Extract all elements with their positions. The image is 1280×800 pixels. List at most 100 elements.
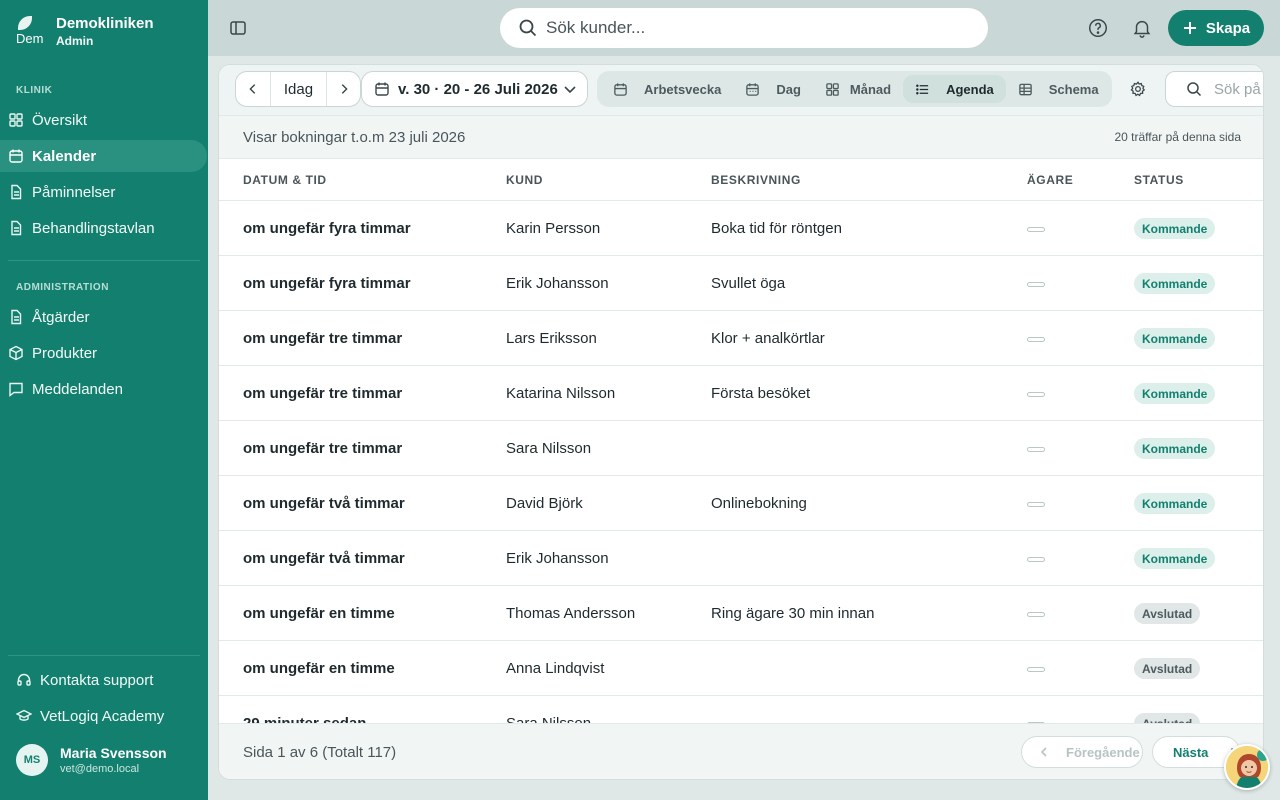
chevron-right-icon xyxy=(341,84,348,94)
sidebar-item-meddelanden[interactable]: Meddelanden xyxy=(0,373,207,405)
table-row[interactable]: om ungefär tre timmar Lars Eriksson Klor +… xyxy=(219,311,1263,366)
sidebar-item-atgarder[interactable]: Åtgärder xyxy=(0,301,207,333)
sidebar: Dem Demokliniken Admin KLINIK Översikt K… xyxy=(0,0,208,800)
sidebar-item-kontakta-support[interactable]: Kontakta support xyxy=(0,664,207,696)
week-picker[interactable]: v. 30 · 20 - 26 Juli 2026 xyxy=(361,71,588,107)
booking-customer[interactable]: Thomas Andersson xyxy=(506,605,635,622)
assistant-avatar-button[interactable] xyxy=(1224,744,1270,790)
sidebar-item-label: Behandlingstavlan xyxy=(32,219,155,237)
view-schema[interactable]: Schema xyxy=(1006,75,1111,103)
avatar: MS xyxy=(16,744,48,776)
grid-icon xyxy=(826,82,839,96)
booking-search[interactable]: Sök på xyxy=(1165,71,1263,107)
headset-icon xyxy=(17,673,31,686)
owner-placeholder xyxy=(1027,502,1045,507)
column-header-description[interactable]: BESKRIVNING xyxy=(711,173,801,187)
status-badge: Kommande xyxy=(1134,438,1216,459)
sidebar-item-label: Översikt xyxy=(32,111,88,129)
search-icon xyxy=(519,19,537,37)
view-arbetsvecka[interactable]: Arbetsvecka xyxy=(601,75,733,103)
booking-customer[interactable]: Karin Persson xyxy=(506,220,600,237)
sidebar-toggle-button[interactable] xyxy=(228,18,248,38)
status-badge: Kommande xyxy=(1134,383,1216,404)
sidebar-item-label: Kalender xyxy=(32,147,97,165)
sidebar-item-label: Meddelanden xyxy=(32,380,123,398)
table-row[interactable]: om ungefär en timme Anna Lindqvist Avsluta… xyxy=(219,641,1263,696)
divider xyxy=(8,655,200,656)
table-row[interactable]: om ungefär fyra timmar Erik Johansson Svul… xyxy=(219,256,1263,311)
chat-icon xyxy=(9,382,23,397)
view-dag[interactable]: Dag xyxy=(733,75,813,103)
booking-time: om ungefär två timmar xyxy=(243,550,405,567)
previous-page-button[interactable]: Föregående xyxy=(1021,736,1143,768)
clinic-logo: Dem xyxy=(16,14,46,46)
create-button[interactable]: Skapa xyxy=(1168,10,1264,46)
week-label: v. 30 · 20 - 26 Juli 2026 xyxy=(398,80,558,98)
table-row[interactable]: om ungefär två timmar David Björk Onlinebo… xyxy=(219,476,1263,531)
today-button[interactable]: Idag xyxy=(270,72,326,106)
owner-placeholder xyxy=(1027,227,1045,232)
table-icon xyxy=(1018,83,1032,95)
view-agenda[interactable]: Agenda xyxy=(903,75,1006,103)
status-badge: Kommande xyxy=(1134,328,1216,349)
search-input[interactable] xyxy=(546,18,946,38)
booking-description: Onlinebokning xyxy=(711,495,807,512)
date-navigation: Idag xyxy=(235,71,361,107)
column-header-owner[interactable]: ÄGARE xyxy=(1027,173,1073,187)
calendar-settings-button[interactable] xyxy=(1129,80,1147,98)
table-row[interactable]: om ungefär två timmar Erik Johansson Komma… xyxy=(219,531,1263,586)
owner-placeholder xyxy=(1027,282,1045,287)
document-icon xyxy=(11,184,22,200)
table-row[interactable]: om ungefär en timme Thomas Andersson Ring … xyxy=(219,586,1263,641)
notifications-button[interactable] xyxy=(1130,16,1154,40)
showing-text: Visar bokningar t.o.m 23 juli 2026 xyxy=(243,129,466,146)
booking-description: Boka tid för röntgen xyxy=(711,220,842,237)
section-label-clinic: KLINIK xyxy=(16,85,53,96)
box-icon xyxy=(9,345,23,361)
booking-time: om ungefär en timme xyxy=(243,605,395,622)
brand[interactable]: Dem Demokliniken Admin xyxy=(16,14,154,49)
table-row[interactable]: 29 minuter sedan Sara Nilsson Avslutad xyxy=(219,696,1263,723)
sidebar-item-behandlingstavlan[interactable]: Behandlingstavlan xyxy=(0,212,207,244)
booking-description: Första besöket xyxy=(711,385,811,402)
booking-time: om ungefär tre timmar xyxy=(243,330,403,347)
sidebar-item-kalender[interactable]: Kalender xyxy=(0,140,207,172)
clinic-name: Demokliniken xyxy=(56,15,154,32)
booking-customer[interactable]: Katarina Nilsson xyxy=(506,385,615,402)
column-header-date[interactable]: DATUM & TID xyxy=(243,173,327,187)
gear-icon xyxy=(1130,81,1146,97)
list-icon xyxy=(916,84,929,94)
table-row[interactable]: om ungefär tre timmar Sara Nilsson Kommand… xyxy=(219,421,1263,476)
view-manad[interactable]: Månad xyxy=(813,75,903,103)
table-row[interactable]: om ungefär tre timmar Katarina Nilsson För… xyxy=(219,366,1263,421)
sidebar-item-oversikt[interactable]: Översikt xyxy=(0,104,207,136)
section-label-admin: ADMINISTRATION xyxy=(16,282,109,293)
sidebar-item-vetlogiq-academy[interactable]: VetLogiq Academy xyxy=(0,700,207,732)
user-name: Maria Svensson xyxy=(60,745,167,761)
customer-search[interactable] xyxy=(500,8,988,48)
booking-time: om ungefär två timmar xyxy=(243,495,405,512)
booking-customer[interactable]: Lars Eriksson xyxy=(506,330,597,347)
column-header-customer[interactable]: KUND xyxy=(506,173,543,187)
booking-customer[interactable]: David Björk xyxy=(506,495,583,512)
booking-customer[interactable]: Erik Johansson xyxy=(506,275,609,292)
column-header-status[interactable]: STATUS xyxy=(1134,173,1184,187)
booking-time: om ungefär fyra timmar xyxy=(243,275,411,292)
chevron-left-icon xyxy=(1040,747,1047,757)
next-period-button[interactable] xyxy=(326,72,360,106)
booking-customer[interactable]: Anna Lindqvist xyxy=(506,660,604,677)
sidebar-item-paminnelser[interactable]: Påminnelser xyxy=(0,176,207,208)
table-row[interactable]: om ungefär fyra timmar Karin Persson Boka … xyxy=(219,201,1263,256)
owner-placeholder xyxy=(1027,557,1045,562)
help-button[interactable] xyxy=(1086,16,1110,40)
booking-customer[interactable]: Erik Johansson xyxy=(506,550,609,567)
booking-customer[interactable]: Sara Nilsson xyxy=(506,440,591,457)
status-badge: Avslutad xyxy=(1134,658,1201,679)
booking-customer[interactable]: Sara Nilsson xyxy=(506,715,591,723)
user-email: vet@demo.local xyxy=(60,763,140,775)
previous-period-button[interactable] xyxy=(236,72,270,106)
sidebar-item-label: Påminnelser xyxy=(32,183,116,201)
sidebar-item-produkter[interactable]: Produkter xyxy=(0,337,207,369)
user-profile[interactable]: MS Maria Svensson vet@demo.local xyxy=(16,744,167,776)
view-switcher: Arbetsvecka Dag Månad Agenda Schema xyxy=(597,71,1112,107)
